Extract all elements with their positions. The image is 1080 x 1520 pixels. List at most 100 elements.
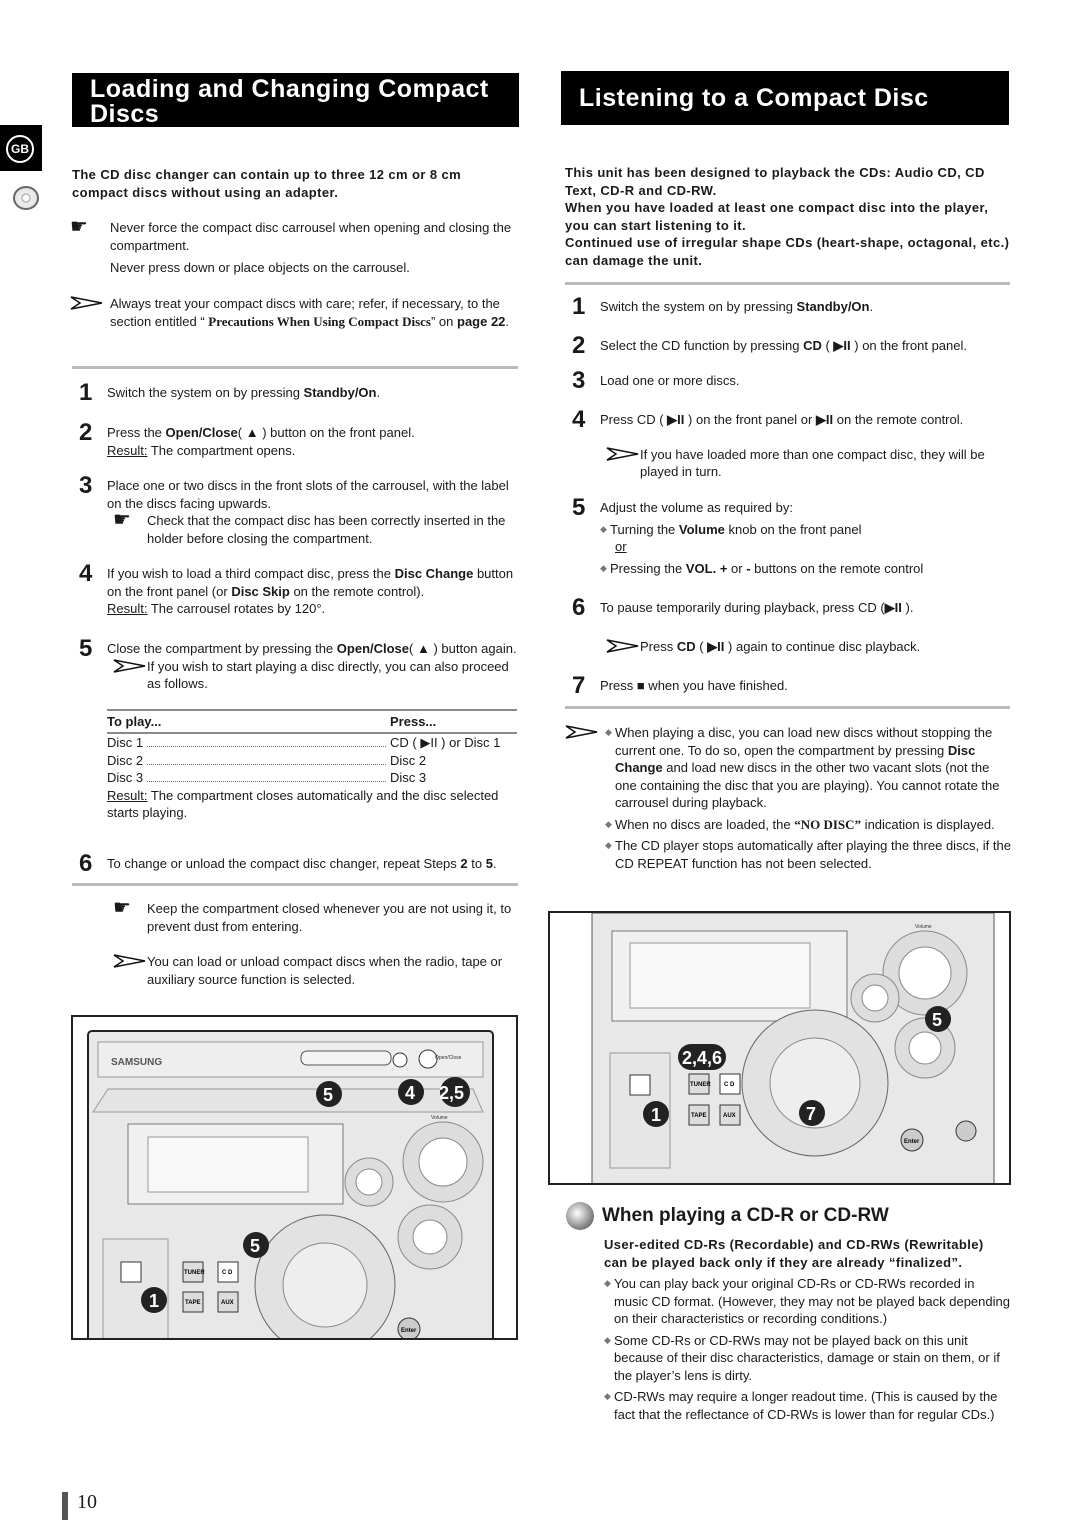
intro-text: When you have loaded at least one compac… — [565, 200, 989, 233]
text-run: If you wish to load a third compact disc… — [107, 566, 395, 581]
note-text: Always treat your compact discs with car… — [110, 295, 515, 330]
step-text: Press the Open/Close( ▲ ) button on the … — [107, 424, 517, 459]
divider — [565, 282, 1010, 285]
note-text: Check that the compact disc has been cor… — [147, 513, 506, 546]
step-line: Close the compartment by pressing the Op… — [107, 640, 517, 658]
cell: Disc 1 — [107, 735, 144, 750]
bullet: When playing a disc, you can load new di… — [605, 724, 1013, 812]
step-2: 2 Press the Open/Close( ▲ ) button on the… — [79, 421, 517, 459]
step-number: 2 — [572, 332, 586, 359]
note-text: If you wish to start playing a disc dire… — [147, 658, 509, 692]
text-run: Press ■ when you have finished. — [600, 678, 788, 693]
step-line: Place one or two discs in the front slot… — [107, 477, 517, 512]
step-line: Switch the system on by pressing Standby… — [600, 298, 1010, 316]
text-run: Open/Close — [165, 425, 238, 440]
step-line: Press CD ( ▶II ) on the front panel or ▶… — [600, 411, 1010, 429]
text-run: ) again to continue disc playback. — [724, 638, 921, 654]
divider — [72, 366, 518, 369]
step-text: Switch the system on by pressing Standby… — [107, 384, 517, 402]
step-note: Press CD ( ▶II ) again to continue disc … — [600, 638, 1010, 656]
step-2: 2 Select the CD function by pressing CD (… — [572, 334, 1010, 358]
step-7: 7 Press ■ when you have finished. — [572, 674, 1010, 698]
intro-left: The CD disc changer can contain up to th… — [72, 167, 462, 200]
step-4: 4 If you wish to load a third compact dis… — [79, 562, 517, 618]
text-run: ( ▲ ) button again. — [409, 641, 517, 656]
step-number: 4 — [79, 560, 93, 587]
text-run: Select the CD function by pressing — [600, 338, 804, 353]
step-line: To change or unload the compact disc cha… — [107, 855, 517, 873]
cell: Disc 2 — [390, 752, 427, 768]
step-text: Switch the system on by pressing Standby… — [600, 298, 1010, 316]
text-run: . — [492, 856, 497, 871]
text-run: ). — [901, 600, 914, 615]
language-badge: GB — [6, 135, 34, 163]
enter-label: Enter — [401, 1328, 417, 1334]
step-text: Press CD ( ▶II ) on the front panel or ▶… — [600, 411, 1010, 429]
language-tab: GB — [0, 125, 42, 171]
text-run: . — [505, 313, 510, 329]
step-line: Load one or more discs. — [600, 372, 1010, 390]
divider — [565, 706, 1010, 709]
text-run: or — [727, 560, 747, 576]
text-run: and load new discs in the other two vaca… — [615, 760, 1000, 810]
step-number: 6 — [79, 850, 93, 877]
note-text: Keep the compartment closed whenever you… — [147, 901, 512, 934]
arrow-icon — [113, 953, 147, 969]
arrow-icon — [70, 295, 104, 311]
table-row: Disc 2 Disc 2 — [107, 752, 517, 770]
callout-5: 5 — [243, 1232, 269, 1258]
text-run: Precautions When Using Compact Discs — [208, 313, 431, 329]
text-run: Load one or more discs. — [600, 373, 740, 388]
table-result: Result: The compartment closes automatic… — [107, 787, 517, 822]
enter-label: Enter — [904, 1139, 920, 1145]
step-1: 1 Switch the system on by pressing Standb… — [79, 381, 517, 405]
text-run: Disc Change — [394, 566, 474, 581]
callout-2-4-6: 2,4,6 — [678, 1044, 726, 1070]
step-number: 2 — [79, 419, 93, 446]
text-run: ▶II — [707, 638, 725, 654]
text-run: 2 — [460, 856, 468, 871]
text-run: ) on the front panel or — [684, 412, 816, 427]
playback-notes: When playing a disc, you can load new di… — [565, 724, 1013, 872]
page-title-right: Listening to a Compact Disc — [561, 71, 1009, 125]
svg-text:2,5: 2,5 — [439, 1083, 464, 1103]
text-run: ( — [821, 338, 834, 353]
text-run: buttons on the remote control — [750, 560, 924, 576]
arrow-icon — [606, 446, 640, 462]
cell: Disc 3 — [107, 770, 144, 785]
text-run: ) on the front panel. — [850, 338, 967, 353]
text-run: Turning the — [610, 521, 679, 537]
text-run: 5 — [485, 856, 493, 871]
step-number: 4 — [572, 406, 586, 433]
step-text: To pause temporarily during playback, pr… — [600, 599, 1010, 617]
text-run: To pause temporarily during playback, pr… — [600, 600, 885, 615]
step-number: 1 — [79, 379, 93, 406]
step-text: Press ■ when you have finished. — [600, 677, 1010, 695]
text-run: Standby/On — [796, 299, 870, 314]
step-line: Switch the system on by pressing Standby… — [107, 384, 517, 402]
section-heading: When playing a CD-R or CD-RW — [566, 1202, 1011, 1230]
text-run: Disc Skip — [231, 583, 290, 599]
note-text: Press CD ( ▶II ) again to continue disc … — [640, 638, 1010, 656]
arrow-icon — [606, 638, 640, 654]
text-run: Close the compartment by pressing the — [107, 641, 337, 656]
volume-label: Volume — [431, 1115, 448, 1121]
text-run: The compartment opens. — [147, 442, 296, 458]
text-run: ( — [695, 638, 708, 654]
bullet: CD-RWs may require a longer readout time… — [604, 1388, 1011, 1423]
step-line: To pause temporarily during playback, pr… — [600, 599, 1010, 617]
front-panel-illustration-right: TUNER C D TAPE AUX Enter Volume 5 2,4,6 … — [548, 911, 1011, 1185]
cdr-section: When playing a CD-R or CD-RW User-edited… — [566, 1202, 1011, 1423]
note-text: Never force the compact disc carrousel w… — [110, 220, 512, 253]
step-line: Select the CD function by pressing CD ( … — [600, 337, 1010, 355]
text-run: CD — [676, 638, 696, 654]
text-run: Result: — [107, 601, 148, 616]
step-note: ☛ Check that the compact disc has been co… — [107, 510, 517, 547]
callout-4: 4 — [398, 1079, 424, 1105]
step-text: Select the CD function by pressing CD ( … — [600, 337, 1010, 355]
step-line: Press the Open/Close( ▲ ) button on the … — [107, 424, 517, 442]
step-text: Place one or two discs in the front slot… — [107, 477, 517, 512]
step-line: Result: The carrousel rotates by 120°. — [107, 600, 517, 618]
page-title-left: Loading and Changing Compact Discs — [72, 73, 519, 127]
step-text: Load one or more discs. — [600, 372, 1010, 390]
